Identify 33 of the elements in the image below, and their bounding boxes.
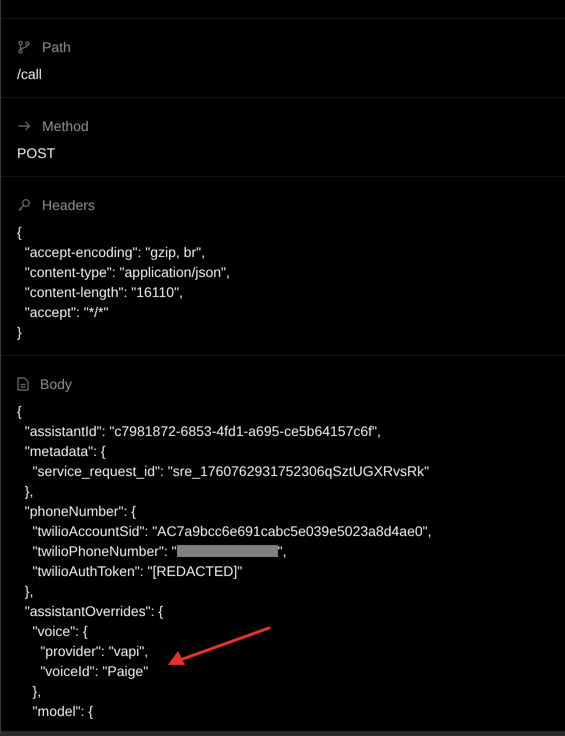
key-icon [17,198,31,212]
section-label: Body [40,374,72,394]
code-line: { [17,222,22,242]
code-line: "accept-encoding": "gzip, br", [24,242,205,262]
code-punctuation: ", [278,542,286,560]
code-line: }, [24,582,34,601]
code-line: { [17,402,22,421]
code-line: "model": { [32,702,94,721]
code-line: "metadata": { [24,442,106,461]
code-line: "accept": "*/*" [24,302,108,322]
code-line: } [17,322,22,342]
code-line: POST [17,144,56,162]
section-label: Method [42,116,89,136]
code-line: "phoneNumber": { [24,502,136,521]
code-line: "twilioPhoneNumber": " [32,542,177,560]
section-label: Path [42,38,71,56]
code-line: "voiceId": "Paige" [39,662,148,681]
branch-icon [17,40,31,54]
code-line: "twilioAccountSid": "AC7a9bcc6e691cabc5e039e5023a8d4ae0", [32,522,432,540]
code-line: "twilioAuthToken": "[REDACTED]" [32,562,242,581]
file-icon [17,377,29,391]
code-line: "content-type": "application/json", [24,262,230,282]
code-line: "provider": "vapi", [39,642,148,661]
section-label: Headers [42,196,95,214]
code-line: "voice": { [32,622,88,641]
code-line: "assistantOverrides": { [24,602,164,621]
code-line: }, [24,482,34,501]
code-line: "content-length": "16110", [24,282,183,302]
code-line: "assistantId": "c7981872-6853-4fd1-a695-ce5b64157c6f", [24,422,381,440]
code-line: "service_request_id": "sre_1760762931752306qSztUGXRvsRk" [32,462,430,481]
arrow-right-icon [17,119,31,133]
code-line: }, [32,682,42,701]
code-line: /call [17,64,42,84]
